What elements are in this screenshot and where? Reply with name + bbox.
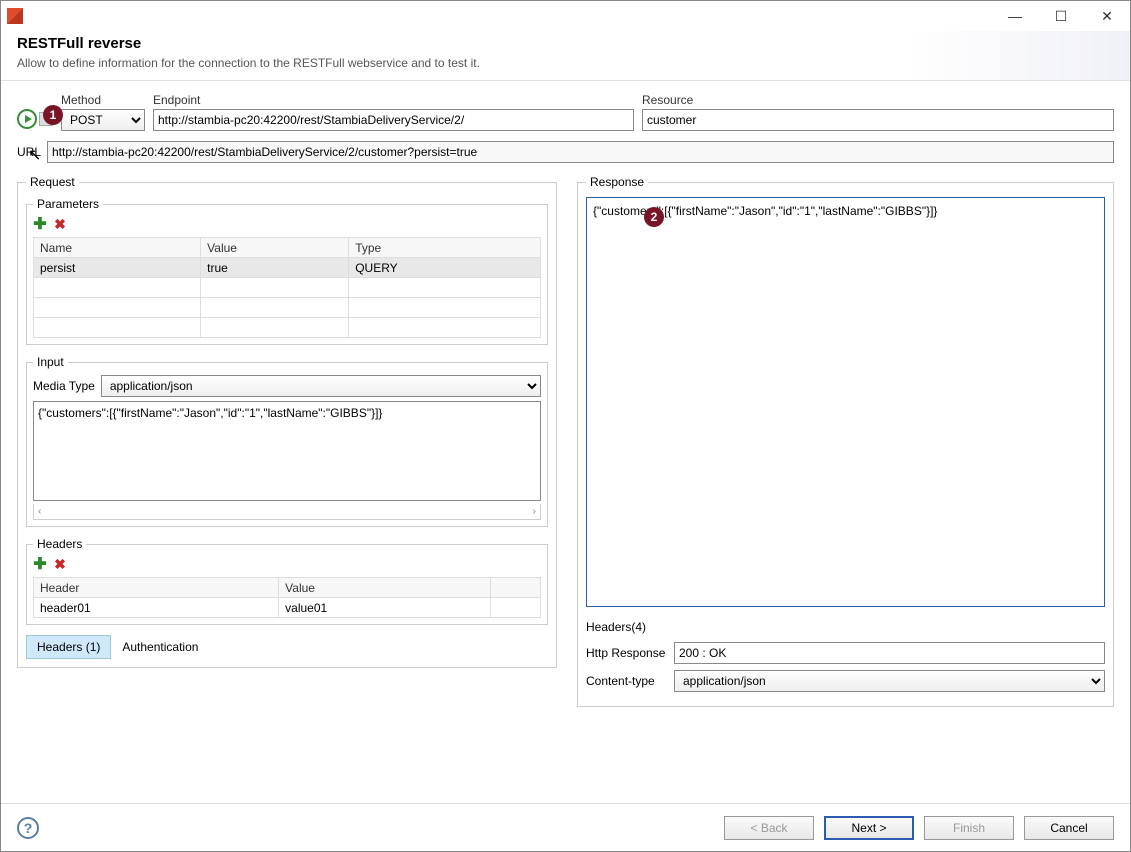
maximize-button[interactable]: ☐ — [1038, 1, 1084, 31]
table-row[interactable]: persist true QUERY — [34, 258, 541, 278]
input-legend: Input — [33, 355, 68, 369]
response-group: Response {"customers":[{"firstName":"Jas… — [577, 175, 1114, 707]
request-legend: Request — [26, 175, 79, 189]
mediatype-label: Media Type — [33, 379, 95, 393]
delete-icon[interactable]: ✖ — [53, 217, 67, 231]
table-row[interactable] — [34, 278, 541, 298]
col-name: Name — [34, 238, 201, 258]
input-body[interactable]: {"customers":[{"firstName":"Jason","id":… — [33, 401, 541, 501]
url-input[interactable] — [47, 141, 1114, 163]
table-row[interactable] — [34, 318, 541, 338]
parameters-table[interactable]: Name Value Type persist true QUERY — [33, 237, 541, 338]
finish-button[interactable]: Finish — [924, 816, 1014, 840]
resource-label: Resource — [642, 93, 1114, 107]
headers-table[interactable]: Header Value header01 value01 — [33, 577, 541, 618]
delete-icon[interactable]: ✖ — [53, 557, 67, 571]
annotation-badge-2: 2 — [644, 207, 664, 227]
col-header: Header — [34, 578, 279, 598]
content-type-select[interactable]: application/json — [674, 670, 1105, 692]
method-label: Method — [61, 93, 145, 107]
parameters-group: Parameters ✚ ✖ Name Value Type persist — [26, 197, 548, 345]
http-response-field — [674, 642, 1105, 664]
cancel-button[interactable]: Cancel — [1024, 816, 1114, 840]
endpoint-label: Endpoint — [153, 93, 634, 107]
add-icon[interactable]: ✚ — [33, 557, 47, 571]
headers-group: Headers ✚ ✖ Header Value header01 — [26, 537, 548, 625]
resource-input[interactable] — [642, 109, 1114, 131]
endpoint-input[interactable] — [153, 109, 634, 131]
page-subtitle: Allow to define information for the conn… — [17, 56, 1114, 70]
request-group: Request Parameters ✚ ✖ Name Value Type — [17, 175, 557, 668]
response-legend: Response — [586, 175, 648, 189]
run-button[interactable] — [17, 109, 37, 129]
title-bar: — ☐ ✕ — [1, 1, 1130, 31]
wizard-header: RESTFull reverse Allow to define informa… — [1, 31, 1130, 81]
table-row[interactable] — [34, 298, 541, 318]
headers-legend: Headers — [33, 537, 86, 551]
mediatype-select[interactable]: application/json — [101, 375, 541, 397]
page-title: RESTFull reverse — [17, 35, 1114, 52]
content-type-label: Content-type — [586, 674, 668, 688]
help-icon[interactable]: ? — [17, 817, 39, 839]
tab-authentication[interactable]: Authentication — [111, 635, 209, 659]
input-group: Input Media Type application/json {"cust… — [26, 355, 548, 527]
parameters-legend: Parameters — [33, 197, 103, 211]
back-button[interactable]: < Back — [724, 816, 814, 840]
response-body[interactable]: {"customers":[{"firstName":"Jason","id":… — [586, 197, 1105, 607]
next-button[interactable]: Next > — [824, 816, 914, 840]
app-icon — [7, 8, 23, 24]
method-select[interactable]: POST — [61, 109, 145, 131]
url-label: URL — [17, 145, 41, 159]
minimize-button[interactable]: — — [992, 1, 1038, 31]
close-button[interactable]: ✕ — [1084, 1, 1130, 31]
add-icon[interactable]: ✚ — [33, 217, 47, 231]
col-value: Value — [279, 578, 491, 598]
col-type: Type — [349, 238, 541, 258]
col-value: Value — [201, 238, 349, 258]
wizard-footer: ? < Back Next > Finish Cancel — [1, 803, 1130, 851]
annotation-badge-1: 1 — [43, 105, 63, 125]
tab-headers[interactable]: Headers (1) — [26, 635, 111, 659]
response-headers-label: Headers(4) — [586, 620, 1105, 634]
table-row[interactable]: header01 value01 — [34, 598, 541, 618]
http-response-label: Http Response — [586, 646, 668, 660]
